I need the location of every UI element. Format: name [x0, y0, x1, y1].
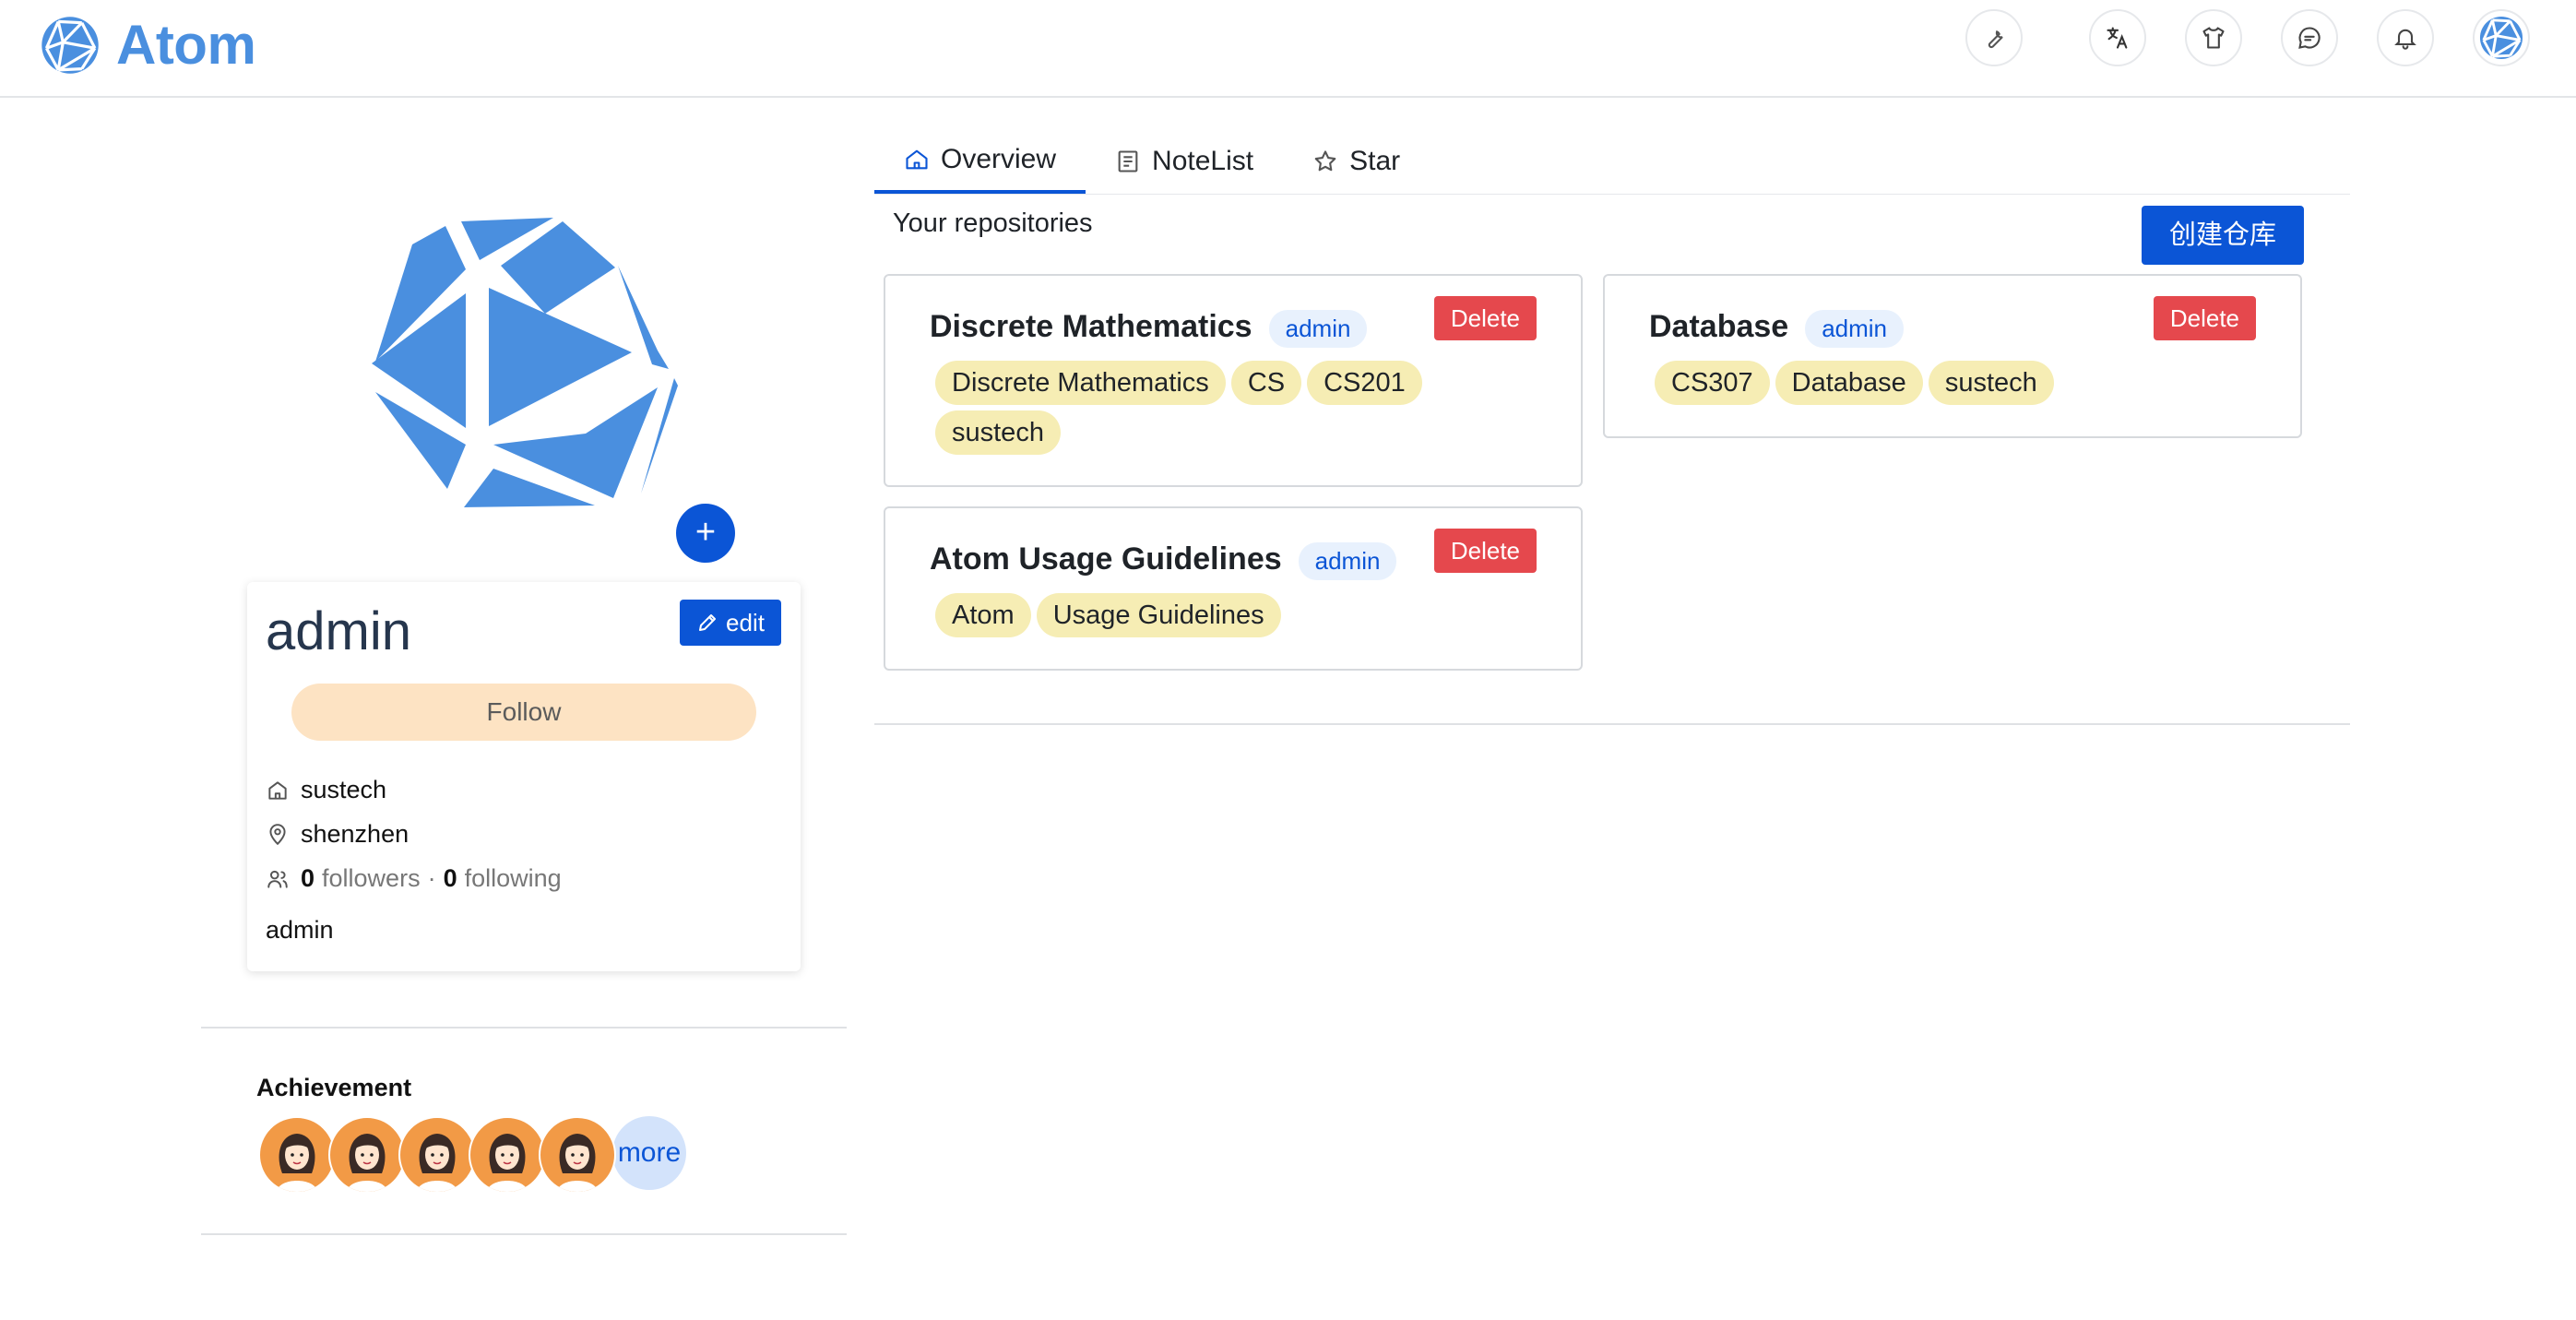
- followers-label[interactable]: followers: [322, 864, 421, 893]
- tabs-divider: [874, 194, 2350, 195]
- avatar-girl-icon: [277, 1134, 317, 1192]
- top-navbar: Atom: [0, 0, 2576, 98]
- divider: [201, 1027, 847, 1029]
- atom-logo-icon: [42, 16, 99, 74]
- repository-tag[interactable]: Database: [1775, 361, 1923, 405]
- tab-notelist[interactable]: NoteList: [1086, 129, 1283, 194]
- user-avatar-button[interactable]: [2473, 9, 2530, 66]
- achievement-badge[interactable]: [539, 1116, 616, 1194]
- tab-overview[interactable]: Overview: [874, 129, 1086, 194]
- repository-tags: Discrete Mathematics CS CS201 sustech: [935, 361, 1452, 455]
- language-button[interactable]: [2089, 9, 2146, 66]
- repository-name[interactable]: Atom Usage Guidelines: [930, 541, 1282, 577]
- app-logo[interactable]: Atom: [41, 13, 256, 77]
- divider: [201, 1233, 847, 1235]
- repositories-title: Your repositories: [893, 208, 1093, 238]
- edit-label: edit: [726, 608, 765, 636]
- tab-overview-label: Overview: [941, 144, 1057, 174]
- home-icon: [906, 149, 928, 170]
- repository-name[interactable]: Discrete Mathematics: [930, 309, 1252, 344]
- achievement-badge[interactable]: [328, 1116, 406, 1194]
- change-avatar-button[interactable]: +: [676, 504, 735, 563]
- repository-tag[interactable]: sustech: [935, 410, 1061, 455]
- profile-avatar: [372, 218, 678, 507]
- followers-count[interactable]: 0: [301, 864, 315, 893]
- following-label[interactable]: following: [465, 864, 562, 893]
- pencil-icon: [699, 614, 717, 631]
- location-text: shenzhen: [301, 820, 410, 848]
- delete-repository-button[interactable]: Delete: [1433, 296, 1537, 340]
- app-title: Atom: [116, 14, 256, 76]
- separator-dot: ·: [427, 864, 436, 892]
- chat-icon: [2298, 27, 2321, 49]
- create-repository-button[interactable]: 创建仓库: [2142, 206, 2304, 265]
- divider: [874, 723, 2350, 725]
- repository-card[interactable]: Atom Usage Guidelines admin Delete Atom U…: [884, 506, 1583, 671]
- repository-tag[interactable]: Discrete Mathematics: [935, 361, 1226, 405]
- achievement-badge[interactable]: [469, 1116, 546, 1194]
- organization-text: sustech: [301, 776, 387, 803]
- tab-star-label: Star: [1349, 146, 1401, 176]
- following-count[interactable]: 0: [444, 864, 457, 893]
- avatar-girl-icon: [557, 1134, 598, 1192]
- achievement-more-button[interactable]: more: [612, 1116, 686, 1190]
- repository-tag[interactable]: Usage Guidelines: [1036, 593, 1281, 637]
- organization-row: sustech: [266, 776, 386, 804]
- user-avatar: [2479, 16, 2523, 60]
- followers-row: 0 followers · 0 following: [266, 864, 562, 893]
- translate-icon: [2107, 27, 2128, 49]
- tools-button[interactable]: [1965, 9, 2023, 66]
- location-pin-icon: [269, 823, 286, 845]
- avatar-girl-icon: [417, 1134, 457, 1192]
- edit-profile-button[interactable]: edit: [680, 600, 781, 646]
- repository-tags: Atom Usage Guidelines: [935, 593, 1452, 637]
- owner-tag: admin: [1298, 541, 1397, 580]
- delete-repository-button[interactable]: Delete: [1433, 529, 1537, 573]
- location-row: shenzhen: [266, 820, 409, 849]
- repository-name-row: Database admin: [1649, 309, 1905, 348]
- achievement-badges: more: [258, 1116, 686, 1194]
- repository-tags: CS307 Database sustech: [1655, 361, 2171, 405]
- shirt-icon: [2202, 27, 2225, 49]
- star-icon: [1314, 150, 1336, 172]
- repository-tag[interactable]: CS307: [1655, 361, 1770, 405]
- tab-star[interactable]: Star: [1283, 129, 1430, 194]
- profile-tabs: Overview NoteList Star: [874, 129, 1430, 194]
- owner-tag: admin: [1805, 309, 1905, 348]
- repository-card[interactable]: Database admin Delete CS307 Database sust…: [1603, 274, 2302, 438]
- messages-button[interactable]: [2281, 9, 2338, 66]
- repository-name-row: Atom Usage Guidelines admin: [930, 541, 1397, 580]
- achievement-title: Achievement: [256, 1074, 412, 1101]
- users-icon: [267, 870, 288, 888]
- repository-tag[interactable]: CS201: [1307, 361, 1422, 405]
- tab-notelist-label: NoteList: [1152, 146, 1254, 176]
- delete-repository-button[interactable]: Delete: [2153, 296, 2256, 340]
- achievement-badge[interactable]: [258, 1116, 336, 1194]
- theme-button[interactable]: [2185, 9, 2242, 66]
- owner-tag: admin: [1268, 309, 1368, 348]
- profile-bio: admin: [266, 916, 334, 944]
- follow-button[interactable]: Follow: [291, 684, 756, 741]
- notifications-button[interactable]: [2377, 9, 2434, 66]
- bell-icon: [2394, 29, 2416, 50]
- repository-tag[interactable]: Atom: [935, 593, 1031, 637]
- repository-card[interactable]: Discrete Mathematics admin Delete Discret…: [884, 274, 1583, 487]
- repository-name[interactable]: Database: [1649, 309, 1788, 344]
- wrench-icon: [1988, 30, 2003, 49]
- achievement-badge[interactable]: [398, 1116, 476, 1194]
- building-icon: [268, 780, 287, 800]
- note-icon: [1118, 150, 1138, 172]
- repository-name-row: Discrete Mathematics admin: [930, 309, 1368, 348]
- avatar-girl-icon: [347, 1134, 387, 1192]
- repository-tag[interactable]: sustech: [1928, 361, 2054, 405]
- avatar-girl-icon: [487, 1134, 528, 1192]
- repository-tag[interactable]: CS: [1230, 361, 1302, 405]
- profile-card: admin edit Follow sustech shenzhen 0 fol…: [247, 582, 801, 971]
- profile-username: admin: [266, 601, 411, 661]
